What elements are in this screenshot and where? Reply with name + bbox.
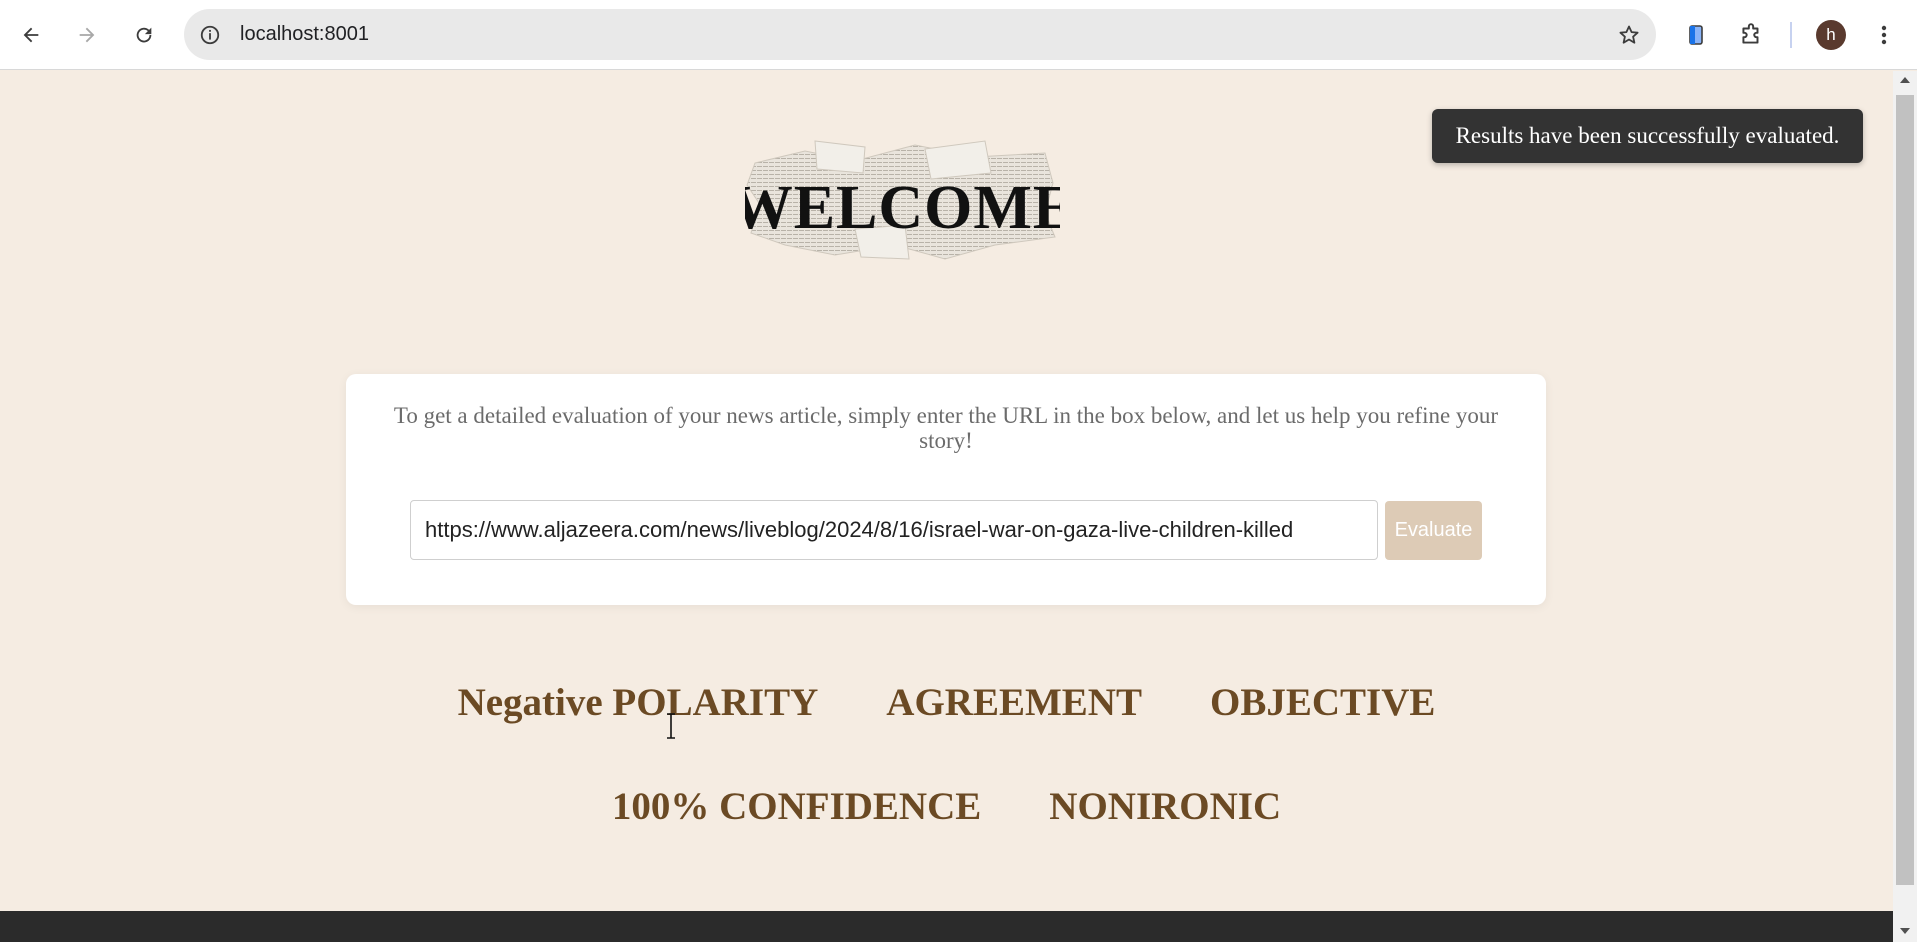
welcome-logo: WELCOME: [745, 140, 1060, 260]
phone-cast-icon[interactable]: [1678, 17, 1714, 53]
kebab-menu-icon[interactable]: [1866, 17, 1902, 53]
browser-toolbar: localhost:8001 h: [0, 0, 1917, 70]
intro-text: To get a detailed evaluation of your new…: [393, 403, 1499, 453]
text-cursor-icon: [667, 713, 675, 739]
page-footer: [0, 911, 1893, 942]
polarity-result: Negative POLARITY: [457, 681, 819, 724]
subjectivity-result: OBJECTIVE: [1210, 681, 1436, 724]
profile-avatar[interactable]: h: [1816, 20, 1846, 50]
results-row-1: Negative POLARITY AGREEMENT OBJECTIVE: [0, 680, 1893, 725]
evaluate-button[interactable]: Evaluate: [1385, 501, 1482, 560]
forward-button[interactable]: [69, 17, 105, 53]
agreement-result: AGREEMENT: [886, 681, 1142, 724]
evaluation-card: To get a detailed evaluation of your new…: [346, 374, 1546, 605]
scroll-down-arrow-icon[interactable]: [1900, 928, 1910, 934]
arrow-left-icon: [23, 27, 39, 43]
confidence-result: 100% CONFIDENCE: [611, 785, 982, 828]
scroll-up-arrow-icon[interactable]: [1900, 77, 1910, 83]
extensions-puzzle-icon[interactable]: [1733, 17, 1769, 53]
back-button[interactable]: [13, 17, 49, 53]
welcome-logo-text: WELCOME: [745, 174, 1060, 242]
vertical-scrollbar[interactable]: [1893, 71, 1917, 942]
reload-button[interactable]: [126, 17, 162, 53]
arrow-right-icon: [79, 27, 95, 43]
site-info-icon[interactable]: [196, 21, 223, 48]
success-toast: Results have been successfully evaluated…: [1432, 109, 1863, 163]
address-bar[interactable]: localhost:8001: [184, 9, 1656, 60]
scroll-thumb[interactable]: [1896, 95, 1914, 885]
toolbar-divider: [1790, 22, 1792, 48]
results-row-2: 100% CONFIDENCE NONIRONIC: [0, 784, 1893, 829]
page-content: WELCOME Results have been successfully e…: [0, 71, 1893, 942]
irony-result: NONIRONIC: [1049, 785, 1282, 828]
article-url-input[interactable]: [410, 500, 1378, 560]
address-text[interactable]: localhost:8001: [240, 23, 369, 46]
reload-icon: [136, 27, 152, 43]
bookmark-star-icon[interactable]: [1615, 21, 1642, 48]
